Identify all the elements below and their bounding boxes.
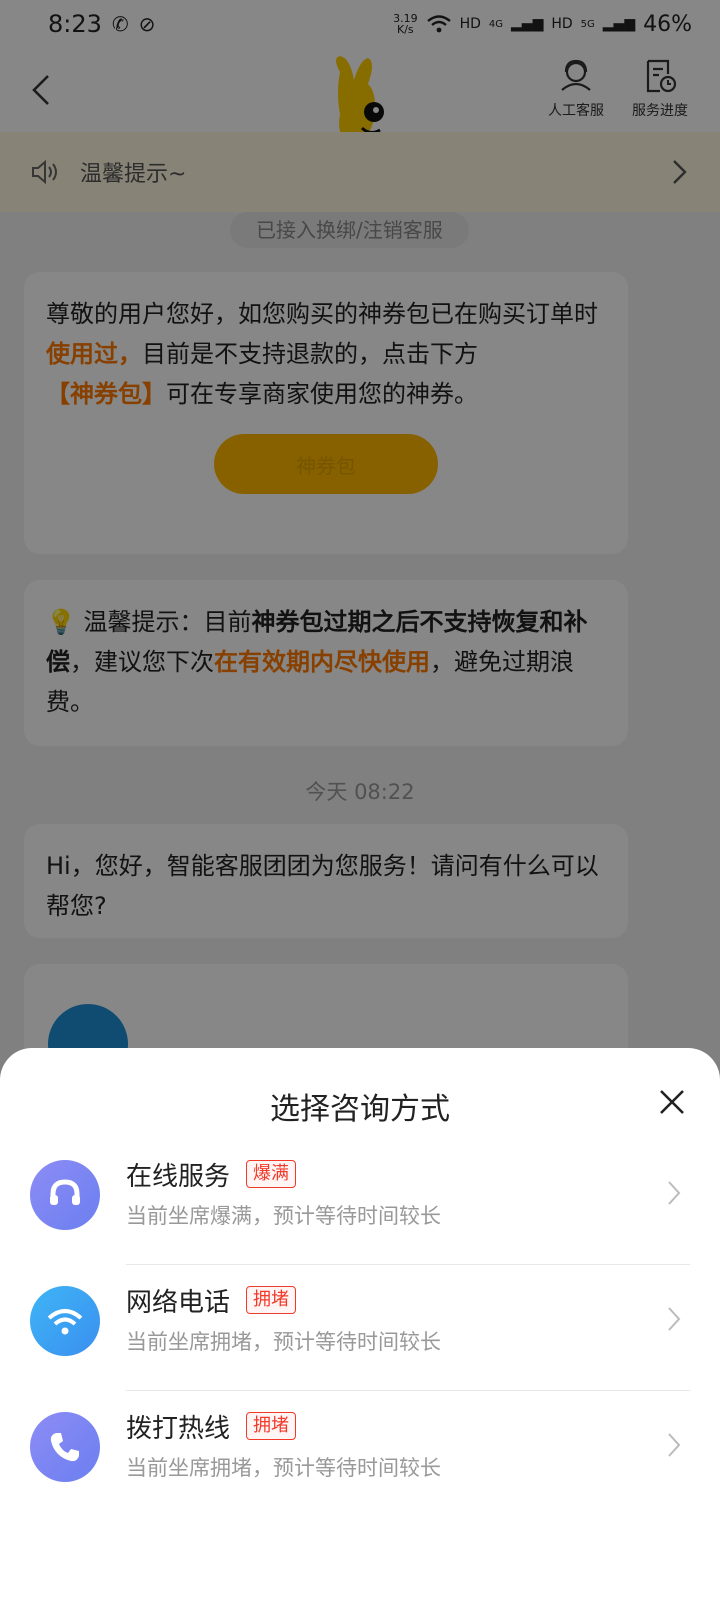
close-icon[interactable] — [656, 1086, 688, 1118]
status-badge: 拥堵 — [246, 1286, 296, 1314]
option-network-call[interactable]: 网络电话 拥堵 当前坐席拥堵，预计等待时间较长 — [0, 1260, 720, 1386]
headset-icon — [30, 1160, 100, 1230]
consult-method-sheet: 选择咨询方式 在线服务 爆满 当前坐席爆满，预计等待时间较长 网络电话 拥堵 当… — [0, 1048, 720, 1600]
wifi-icon — [30, 1286, 100, 1356]
option-hotline[interactable]: 拨打热线 拥堵 当前坐席拥堵，预计等待时间较长 — [0, 1386, 720, 1512]
status-badge: 爆满 — [246, 1160, 296, 1188]
option-description: 当前坐席拥堵，预计等待时间较长 — [126, 1456, 441, 1480]
option-name: 拨打热线 — [126, 1414, 231, 1444]
phone-icon — [30, 1412, 100, 1482]
option-name: 在线服务 — [126, 1162, 231, 1192]
option-description: 当前坐席拥堵，预计等待时间较长 — [126, 1330, 441, 1354]
option-description: 当前坐席爆满，预计等待时间较长 — [126, 1204, 441, 1228]
sheet-title: 选择咨询方式 — [270, 1092, 450, 1127]
chevron-right-icon — [668, 1433, 681, 1457]
chevron-right-icon — [668, 1307, 681, 1331]
option-online-service[interactable]: 在线服务 爆满 当前坐席爆满，预计等待时间较长 — [0, 1134, 720, 1260]
status-badge: 拥堵 — [246, 1412, 296, 1440]
chevron-right-icon — [668, 1181, 681, 1205]
option-name: 网络电话 — [126, 1288, 231, 1318]
